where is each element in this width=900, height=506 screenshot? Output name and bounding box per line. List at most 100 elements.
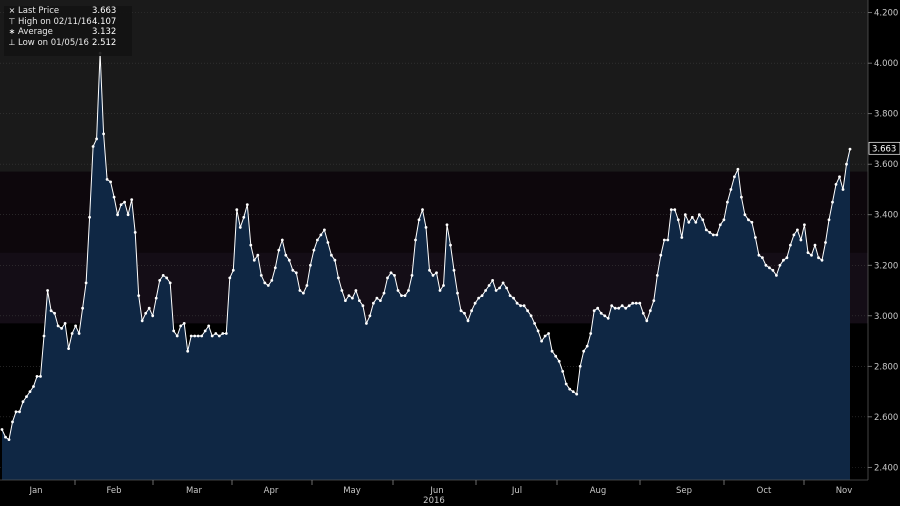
data-point [42,334,46,338]
data-point [330,253,333,257]
legend-item-low: ⊥ Low on 01/05/16 2.512 [4,38,132,49]
data-point [845,162,848,166]
chart-stage: 2.400 2.600 2.800 3.000 3.200 3.400 3.600 3.800… [0,0,900,506]
data-point [147,306,151,310]
y-tick-label: 3.200 [874,261,898,271]
data-point [690,215,694,219]
y-tick-label: 3.800 [874,110,898,120]
data-point [747,218,750,222]
legend-label: High on 02/11/16 [18,16,92,27]
y-tick-label: 2.800 [874,362,898,372]
data-point [382,291,386,295]
data-point [151,314,155,318]
data-point [796,228,799,232]
data-point [77,332,81,335]
data-point [543,334,547,338]
data-point [140,319,144,323]
data-point [393,274,396,277]
data-point [431,274,435,277]
data-point [480,294,484,297]
data-point [263,281,267,285]
data-point [235,208,239,212]
data-point [231,268,235,272]
data-point [533,322,536,325]
data-point [631,301,635,305]
data-point [435,271,438,275]
data-point [652,299,656,302]
y-tick-label: 3.600 [874,160,898,170]
data-point [733,175,736,179]
data-point [585,344,589,348]
data-point [316,238,319,242]
legend-label: Last Price [18,6,60,16]
data-point [144,311,148,315]
data-point [25,395,28,398]
data-point [123,200,126,204]
data-point [358,299,361,302]
data-point [613,306,617,310]
data-point [669,208,673,212]
data-point [277,248,281,252]
data-point [189,334,193,338]
data-point [365,322,368,325]
data-point [200,334,204,338]
data-point [18,410,21,414]
data-point [827,218,831,222]
data-point [592,309,596,313]
data-point [557,359,561,363]
data-point [193,334,197,338]
data-point [214,332,218,335]
data-point [207,324,211,328]
data-point [603,314,607,318]
data-point [368,314,372,318]
data-point [252,258,256,262]
data-point [799,238,803,242]
x-tick-label: Aug [590,486,607,496]
data-point [726,200,729,204]
x-tick-label: Feb [106,486,121,496]
data-point [116,213,119,217]
x-tick-label: May [343,486,361,496]
data-point [757,253,761,257]
data-point [39,375,42,378]
data-point [53,311,56,315]
data-point [91,145,95,148]
data-point [722,218,726,222]
x-tick-label: Nov [836,486,853,496]
data-point [298,289,302,292]
data-point [312,248,316,252]
x-tick-label: Mar [186,486,203,496]
data-point [817,256,820,260]
legend-value: 3.663 [92,6,117,16]
data-point [284,253,288,257]
data-point [711,233,715,237]
x-tick-label: Jun [429,486,443,496]
data-point [627,304,631,308]
data-point [217,334,221,338]
data-point [7,438,11,441]
data-point [81,306,84,310]
last-price-marker-icon: × [8,6,16,15]
data-point [102,132,105,136]
data-point [606,316,610,320]
data-point [337,276,340,280]
data-point [536,329,540,333]
legend-item-last-price: × Last Price 3.663 [4,6,132,17]
data-point [473,301,477,305]
data-point [414,238,417,242]
data-point [617,306,621,310]
data-point [11,420,14,424]
data-point [445,223,449,227]
legend-label: Low on 01/05/16 [18,37,89,48]
data-point [624,306,628,310]
data-point [323,228,326,232]
data-point [484,289,487,292]
legend-label: Average [18,27,53,37]
low-marker-icon: ⊥ [8,37,16,47]
data-point [287,258,291,262]
data-point [137,294,141,297]
data-point [778,263,782,267]
data-point [109,180,112,184]
data-point [708,231,712,234]
data-point [676,218,680,222]
